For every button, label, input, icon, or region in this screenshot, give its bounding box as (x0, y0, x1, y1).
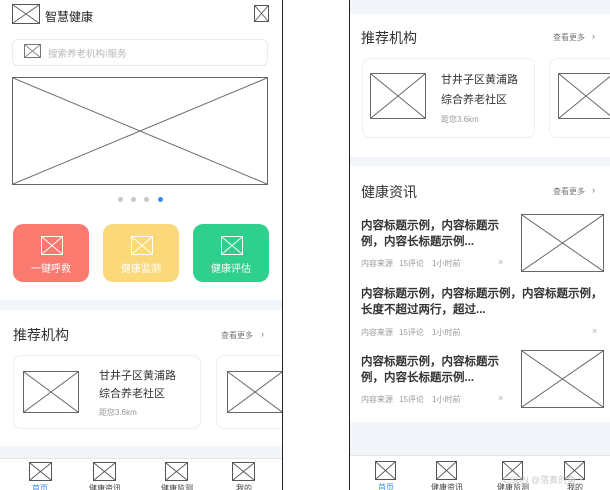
institutions-more-link[interactable]: 查看更多 (221, 330, 253, 341)
news-item-title[interactable]: 内容标题示例，内容标题示例，内容长标题示例... (361, 218, 511, 250)
tab-news[interactable]: 健康资讯 (84, 483, 126, 490)
chevron-right-icon[interactable]: › (592, 185, 595, 195)
tab-monitor[interactable]: 健康监测 (156, 483, 198, 490)
tab-profile[interactable]: 我的 (224, 483, 264, 490)
news-item-title[interactable]: 内容标题示例，内容标题示例，内容标题示例，长度不超过两行，超过... (361, 286, 606, 318)
news-item-title[interactable]: 内容标题示例，内容标题示例，内容长标题示例... (361, 354, 511, 386)
chevron-right-icon[interactable]: › (261, 329, 264, 339)
banner-dot-active[interactable] (158, 197, 163, 202)
banner-dot[interactable] (131, 197, 136, 202)
news-title: 健康资讯 (361, 184, 417, 200)
institution-name: 甘井子区黄浦路 (441, 74, 518, 86)
news-item-source: 内容来源 (361, 395, 393, 404)
tab-home[interactable]: 首页 (20, 483, 60, 490)
news-icon[interactable] (93, 462, 116, 481)
news-item-time: 1小时前 (432, 259, 461, 268)
chevron-right-icon[interactable]: › (592, 31, 595, 41)
news-item-image (521, 350, 604, 408)
tab-news[interactable]: 健康资讯 (426, 482, 468, 490)
banner-dot[interactable] (118, 197, 123, 202)
institution-image (227, 371, 282, 413)
home-icon[interactable] (375, 461, 396, 480)
news-item-comments: 15评论 (399, 395, 424, 404)
search-placeholder: 搜索养老机构/服务 (48, 49, 127, 60)
logo-icon (12, 4, 40, 24)
institution-name-line2: 综合养老社区 (441, 94, 507, 106)
home-screen-scrolled: 推荐机构 查看更多 › 甘井子区黄浦路 综合养老社区 距您3.6km 健康资讯 … (349, 0, 610, 490)
section-divider (0, 300, 282, 310)
monitor-tab-icon[interactable] (165, 462, 188, 481)
news-item-source: 内容来源 (361, 259, 393, 268)
scan-icon[interactable] (254, 5, 269, 22)
news-item-image (521, 214, 604, 272)
institution-distance: 距您3.6km (441, 115, 479, 124)
dismiss-icon[interactable]: × (592, 326, 597, 336)
tab-home[interactable]: 首页 (366, 482, 406, 490)
dismiss-icon[interactable]: × (498, 393, 503, 403)
news-icon[interactable] (436, 461, 457, 480)
institution-name-line2: 综合养老社区 (99, 388, 165, 400)
banner-image[interactable] (12, 77, 268, 185)
institution-name: 甘井子区黄浦路 (99, 370, 176, 382)
app-title: 智慧健康 (45, 10, 94, 24)
news-item-comments: 15评论 (399, 328, 424, 337)
watermark: CSDN @落寞的鱼丶 (503, 475, 586, 485)
news-item-time: 1小时前 (432, 395, 461, 404)
institution-image (23, 371, 79, 413)
search-icon (24, 44, 41, 58)
institution-image (558, 73, 610, 119)
health-monitor-label: 健康监测 (121, 264, 161, 275)
news-item-comments: 15评论 (399, 259, 424, 268)
news-item-time: 1小时前 (432, 328, 461, 337)
health-assessment-label: 健康评估 (211, 264, 251, 275)
institution-image (370, 73, 426, 119)
institution-distance: 距您3.6km (99, 408, 137, 417)
institutions-more-link[interactable]: 查看更多 (553, 32, 585, 43)
news-item-source: 内容来源 (361, 328, 393, 337)
emergency-call-label: 一键呼救 (31, 264, 71, 275)
profile-icon[interactable] (232, 462, 255, 481)
institutions-title: 推荐机构 (361, 30, 417, 46)
assessment-icon (221, 236, 243, 255)
home-screen: 智慧健康 搜索养老机构/服务 一键呼救 健康监测 健康评估 推荐机构 查看更多 … (0, 0, 283, 490)
home-icon[interactable] (29, 462, 52, 481)
emergency-icon (41, 236, 63, 255)
dismiss-icon[interactable]: × (498, 257, 503, 267)
monitor-icon (131, 236, 153, 255)
institutions-title: 推荐机构 (13, 327, 69, 343)
news-more-link[interactable]: 查看更多 (553, 186, 585, 197)
banner-dot[interactable] (144, 197, 149, 202)
